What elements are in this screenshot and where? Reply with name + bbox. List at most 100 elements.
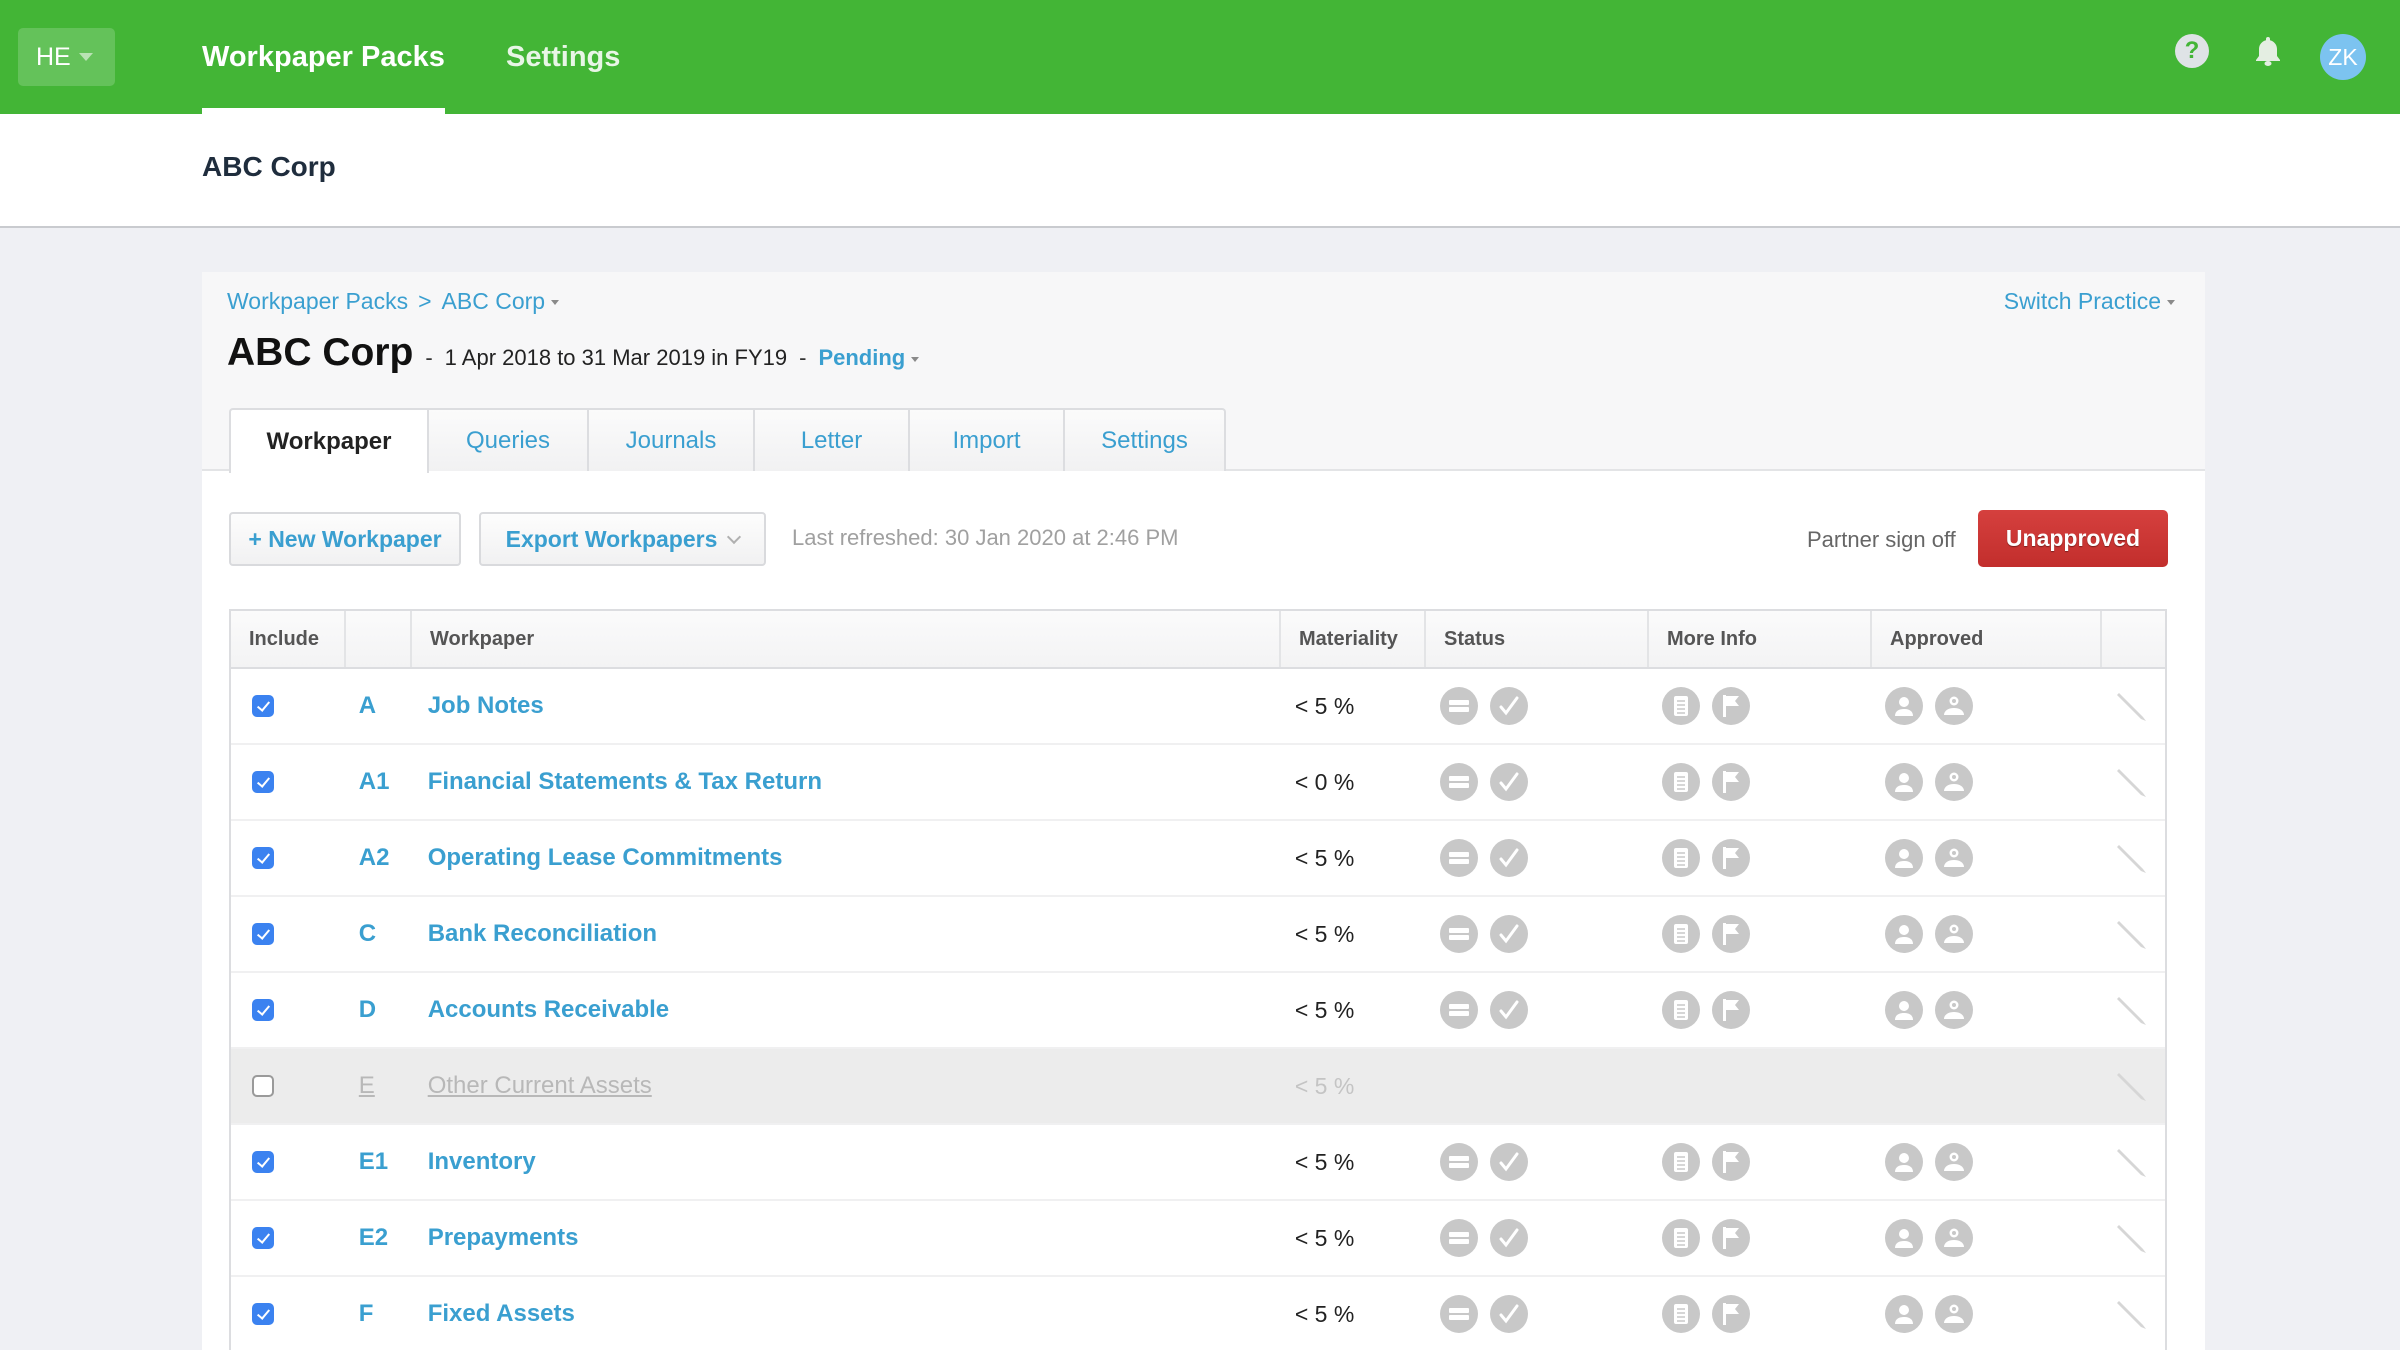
partner-sign-off-button[interactable]: Unapproved bbox=[1978, 510, 2168, 567]
not-applicable-icon[interactable] bbox=[1439, 687, 1478, 725]
tab-journals[interactable]: Journals bbox=[587, 408, 755, 471]
export-workpapers-button[interactable]: Export Workpapers bbox=[479, 512, 766, 566]
pencil-icon[interactable] bbox=[2115, 841, 2149, 875]
preparer-icon[interactable] bbox=[1884, 915, 1923, 953]
flag-icon[interactable] bbox=[1712, 839, 1751, 877]
switch-practice-link[interactable]: Switch Practice bbox=[2004, 288, 2175, 315]
breadcrumb-workpaper-packs[interactable]: Workpaper Packs bbox=[227, 288, 408, 315]
not-applicable-icon[interactable] bbox=[1439, 915, 1478, 953]
workpaper-ref[interactable]: A bbox=[346, 692, 412, 720]
workpaper-name-link[interactable]: Accounts Receivable bbox=[412, 996, 1279, 1024]
breadcrumb-client[interactable]: ABC Corp bbox=[442, 288, 560, 315]
preparer-icon[interactable] bbox=[1884, 991, 1923, 1029]
not-applicable-icon[interactable] bbox=[1439, 1219, 1478, 1257]
pencil-icon[interactable] bbox=[2115, 917, 2149, 951]
new-workpaper-button[interactable]: + New Workpaper bbox=[229, 512, 461, 566]
checkmark-icon[interactable] bbox=[1489, 1295, 1528, 1333]
workpaper-name-link[interactable]: Fixed Assets bbox=[412, 1300, 1279, 1328]
reviewer-icon[interactable] bbox=[1934, 915, 1973, 953]
include-checkbox[interactable] bbox=[252, 695, 274, 717]
include-checkbox[interactable] bbox=[252, 1303, 274, 1325]
preparer-icon[interactable] bbox=[1884, 1143, 1923, 1181]
nav-settings[interactable]: Settings bbox=[506, 0, 620, 114]
tab-settings[interactable]: Settings bbox=[1063, 408, 1226, 471]
pencil-icon[interactable] bbox=[2115, 1221, 2149, 1255]
notes-icon[interactable] bbox=[1662, 839, 1701, 877]
checkmark-icon[interactable] bbox=[1489, 763, 1528, 801]
preparer-icon[interactable] bbox=[1884, 1295, 1923, 1333]
pack-status-dropdown[interactable]: Pending bbox=[818, 345, 920, 371]
preparer-icon[interactable] bbox=[1884, 839, 1923, 877]
not-applicable-icon[interactable] bbox=[1439, 1295, 1478, 1333]
reviewer-icon[interactable] bbox=[1934, 839, 1973, 877]
bell-icon[interactable] bbox=[2251, 34, 2285, 68]
workpaper-ref[interactable]: E1 bbox=[346, 1148, 412, 1176]
notes-icon[interactable] bbox=[1662, 915, 1701, 953]
notes-icon[interactable] bbox=[1662, 991, 1701, 1029]
workpaper-name-link[interactable]: Inventory bbox=[412, 1148, 1279, 1176]
pencil-icon[interactable] bbox=[2115, 1145, 2149, 1179]
not-applicable-icon[interactable] bbox=[1439, 839, 1478, 877]
workpaper-name-link[interactable]: Other Current Assets bbox=[412, 1072, 1279, 1100]
flag-icon[interactable] bbox=[1712, 763, 1751, 801]
reviewer-icon[interactable] bbox=[1934, 1295, 1973, 1333]
question-circle-icon[interactable]: ? bbox=[2175, 34, 2209, 68]
preparer-icon[interactable] bbox=[1884, 763, 1923, 801]
reviewer-icon[interactable] bbox=[1934, 991, 1973, 1029]
pencil-icon[interactable] bbox=[2115, 1069, 2149, 1103]
checkmark-icon[interactable] bbox=[1489, 915, 1528, 953]
workpaper-name-link[interactable]: Financial Statements & Tax Return bbox=[412, 768, 1279, 796]
workpaper-ref[interactable]: F bbox=[346, 1300, 412, 1328]
checkmark-icon[interactable] bbox=[1489, 687, 1528, 725]
notes-icon[interactable] bbox=[1662, 1219, 1701, 1257]
flag-icon[interactable] bbox=[1712, 1143, 1751, 1181]
include-checkbox[interactable] bbox=[252, 771, 274, 793]
preparer-icon[interactable] bbox=[1884, 1219, 1923, 1257]
include-checkbox[interactable] bbox=[252, 1075, 274, 1097]
notes-icon[interactable] bbox=[1662, 763, 1701, 801]
include-checkbox[interactable] bbox=[252, 847, 274, 869]
include-checkbox[interactable] bbox=[252, 1151, 274, 1173]
workpaper-ref[interactable]: E2 bbox=[346, 1224, 412, 1252]
checkmark-icon[interactable] bbox=[1489, 1143, 1528, 1181]
workpaper-ref[interactable]: A1 bbox=[346, 768, 412, 796]
include-checkbox[interactable] bbox=[252, 1227, 274, 1249]
workpaper-ref[interactable]: E bbox=[346, 1072, 412, 1100]
notes-icon[interactable] bbox=[1662, 1295, 1701, 1333]
checkmark-icon[interactable] bbox=[1489, 991, 1528, 1029]
workpaper-name-link[interactable]: Prepayments bbox=[412, 1224, 1279, 1252]
nav-workpaper-packs[interactable]: Workpaper Packs bbox=[202, 0, 445, 114]
tab-queries[interactable]: Queries bbox=[427, 408, 589, 471]
pencil-icon[interactable] bbox=[2115, 993, 2149, 1027]
checkmark-icon[interactable] bbox=[1489, 839, 1528, 877]
notes-icon[interactable] bbox=[1662, 1143, 1701, 1181]
workpaper-name-link[interactable]: Bank Reconciliation bbox=[412, 920, 1279, 948]
reviewer-icon[interactable] bbox=[1934, 763, 1973, 801]
workpaper-ref[interactable]: A2 bbox=[346, 844, 412, 872]
tab-letter[interactable]: Letter bbox=[753, 408, 910, 471]
flag-icon[interactable] bbox=[1712, 687, 1751, 725]
pencil-icon[interactable] bbox=[2115, 1297, 2149, 1331]
notes-icon[interactable] bbox=[1662, 687, 1701, 725]
user-avatar[interactable]: ZK bbox=[2320, 34, 2366, 80]
preparer-icon[interactable] bbox=[1884, 687, 1923, 725]
reviewer-icon[interactable] bbox=[1934, 1219, 1973, 1257]
flag-icon[interactable] bbox=[1712, 915, 1751, 953]
include-checkbox[interactable] bbox=[252, 999, 274, 1021]
workpaper-name-link[interactable]: Job Notes bbox=[412, 692, 1279, 720]
tab-import[interactable]: Import bbox=[908, 408, 1065, 471]
workpaper-name-link[interactable]: Operating Lease Commitments bbox=[412, 844, 1279, 872]
not-applicable-icon[interactable] bbox=[1439, 763, 1478, 801]
flag-icon[interactable] bbox=[1712, 991, 1751, 1029]
checkmark-icon[interactable] bbox=[1489, 1219, 1528, 1257]
not-applicable-icon[interactable] bbox=[1439, 1143, 1478, 1181]
pencil-icon[interactable] bbox=[2115, 689, 2149, 723]
reviewer-icon[interactable] bbox=[1934, 1143, 1973, 1181]
workpaper-ref[interactable]: D bbox=[346, 996, 412, 1024]
workpaper-ref[interactable]: C bbox=[346, 920, 412, 948]
flag-icon[interactable] bbox=[1712, 1219, 1751, 1257]
flag-icon[interactable] bbox=[1712, 1295, 1751, 1333]
org-switcher[interactable]: HE bbox=[18, 28, 115, 86]
pencil-icon[interactable] bbox=[2115, 765, 2149, 799]
not-applicable-icon[interactable] bbox=[1439, 991, 1478, 1029]
